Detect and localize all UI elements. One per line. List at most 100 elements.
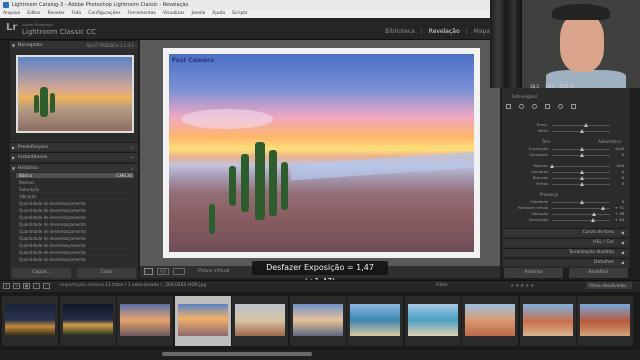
- history-item[interactable]: Quantidade de desembaçamento: [16, 201, 134, 207]
- menu-editar[interactable]: Editar: [27, 10, 40, 18]
- compare-view-icon[interactable]: Y|Y: [157, 268, 169, 275]
- menu-foto[interactable]: Foto: [72, 10, 82, 18]
- filmstrip-thumbnail[interactable]: [232, 296, 288, 346]
- filmstrip-thumbnail[interactable]: [519, 296, 576, 346]
- before-after-icon[interactable]: [173, 268, 185, 275]
- slider-knob[interactable]: [591, 218, 595, 222]
- brush-icon[interactable]: [571, 104, 576, 109]
- snapshots-header[interactable]: ▶ Instantâneos +: [10, 152, 138, 161]
- filmstrip-thumbnail[interactable]: [347, 296, 403, 346]
- slider-saturation[interactable]: Saturação + 34: [506, 217, 626, 223]
- import-source[interactable]: Importação anterior: [60, 283, 105, 288]
- menu-arquivo[interactable]: Arquivo: [3, 10, 20, 18]
- slider-knob[interactable]: [580, 170, 584, 174]
- history-item[interactable]: Quantidade de desembaçamento: [16, 236, 134, 242]
- history-item[interactable]: Realces: [16, 180, 134, 186]
- history-item[interactable]: Quantidade de desembaçamento: [16, 250, 134, 256]
- presets-header[interactable]: ▶ Predefinições +: [10, 142, 138, 151]
- navigator-preview[interactable]: [16, 55, 134, 133]
- loupe-view-icon[interactable]: [144, 268, 153, 275]
- section-hsl[interactable]: HSL / Cor ◀: [504, 238, 628, 246]
- history-item[interactable]: Quantidade de desembaçamento: [16, 208, 134, 214]
- forward-icon[interactable]: ›: [43, 283, 50, 289]
- cactus-shape: [241, 154, 249, 212]
- slider-knob[interactable]: [580, 147, 584, 151]
- filmstrip-thumbnail[interactable]: [577, 296, 633, 346]
- filmstrip-thumbnail[interactable]: [462, 296, 518, 346]
- history-item[interactable]: Básico -136 +136: [16, 173, 134, 179]
- slider-value[interactable]: + 34: [615, 217, 624, 223]
- zoom-options[interactable]: AJUST PREENCH 1:1 3:1: [86, 41, 134, 50]
- section-label: Curva de tons: [582, 230, 614, 235]
- slider-knob[interactable]: [580, 176, 584, 180]
- red-eye-icon[interactable]: [532, 104, 537, 109]
- filmstrip-thumbnail[interactable]: [289, 296, 346, 346]
- reset-button[interactable]: Redefinir: [569, 268, 628, 278]
- filmstrip-path[interactable]: 13 fotos / 1 selecionado / _DSC0262-HDR.…: [105, 283, 206, 288]
- copy-button[interactable]: Copiar...: [12, 268, 71, 278]
- module-biblioteca[interactable]: Biblioteca: [385, 28, 415, 35]
- slider-knob[interactable]: [580, 200, 584, 204]
- history-item[interactable]: Vibração: [16, 194, 134, 200]
- menu-revelar[interactable]: Revelar: [48, 10, 65, 18]
- filmstrip-scrollbar[interactable]: [0, 350, 640, 360]
- menu-ajuda[interactable]: Ajuda: [212, 10, 225, 18]
- navigator-header[interactable]: ▼ Navegador AJUST PREENCH 1:1 3:1: [10, 40, 138, 49]
- add-icon[interactable]: +: [131, 143, 134, 152]
- previous-button[interactable]: Anterior: [504, 268, 563, 278]
- slider-knob[interactable]: [592, 212, 596, 216]
- paste-button[interactable]: Colar: [77, 268, 136, 278]
- scrollbar-thumb[interactable]: [162, 352, 312, 356]
- slider-tint[interactable]: Matiz: [506, 128, 626, 134]
- filmstrip-thumbnail[interactable]: [2, 296, 58, 346]
- radial-filter-icon[interactable]: [558, 104, 563, 109]
- slider-value[interactable]: 0: [622, 181, 624, 187]
- menu-visualizar[interactable]: Visualizar: [163, 10, 185, 18]
- graduated-filter-icon[interactable]: [545, 104, 550, 109]
- history-item[interactable]: Quantidade de desembaçamento: [16, 215, 134, 221]
- filter-dropdown[interactable]: Filtros desativados: [586, 282, 632, 289]
- screen-2-icon[interactable]: 2: [13, 283, 20, 289]
- slider-knob[interactable]: [580, 153, 584, 157]
- photo-frame[interactable]: Fast Camera: [163, 48, 480, 258]
- menu-ferramentas[interactable]: Ferramentas: [128, 10, 156, 18]
- module-revelacao[interactable]: Revelação: [429, 28, 460, 35]
- filmstrip-thumbnail[interactable]: [174, 296, 231, 346]
- close-icon[interactable]: ×: [131, 164, 134, 173]
- history-item[interactable]: Quantidade de desembaçamento: [16, 229, 134, 235]
- history-header[interactable]: ▼ Histórico ×: [10, 163, 138, 172]
- spot-removal-icon[interactable]: [519, 104, 524, 109]
- slider-knob[interactable]: [580, 182, 584, 186]
- slider-knob[interactable]: [550, 164, 554, 168]
- section-split-toning[interactable]: Tonalização dividida ◀: [504, 248, 628, 256]
- section-tone-curve[interactable]: Curva de tons ◀: [504, 228, 628, 236]
- module-mapa[interactable]: Mapa: [474, 28, 490, 35]
- crop-icon[interactable]: [506, 104, 511, 109]
- rating-filter[interactable]: ★★★★★: [510, 283, 535, 289]
- slider-value[interactable]: 0: [622, 152, 624, 158]
- history-item[interactable]: Saturação: [16, 187, 134, 193]
- grid-icon[interactable]: ▦: [23, 283, 30, 289]
- auto-button[interactable]: Automático: [598, 139, 621, 144]
- filmstrip-thumbnail[interactable]: [59, 296, 116, 346]
- slider-knob[interactable]: [601, 206, 605, 210]
- slider-blacks[interactable]: Pretos 0: [506, 181, 626, 187]
- curtain-shape: [490, 0, 522, 88]
- menu-configuracoes[interactable]: Configurações: [88, 10, 120, 18]
- history-item[interactable]: Quantidade de desembaçamento: [16, 222, 134, 228]
- history-item[interactable]: Quantidade de desembaçamento: [16, 257, 134, 263]
- slider-contrast[interactable]: Contraste 0: [506, 152, 626, 158]
- screen-1-icon[interactable]: 1: [3, 283, 10, 289]
- history-item[interactable]: Quantidade de desembaçamento: [16, 243, 134, 249]
- thumbnail-image: [120, 304, 170, 336]
- soft-proof-toggle[interactable]: Prova virtual: [198, 268, 230, 274]
- menu-janela[interactable]: Janela: [192, 10, 206, 18]
- add-icon[interactable]: +: [131, 153, 134, 162]
- slider-knob[interactable]: [584, 123, 588, 127]
- back-icon[interactable]: ‹: [33, 283, 40, 289]
- menu-scripts[interactable]: Scripts: [232, 10, 247, 18]
- section-details[interactable]: Detalhes ◀: [504, 258, 628, 266]
- slider-knob[interactable]: [580, 129, 584, 133]
- filmstrip-thumbnail[interactable]: [117, 296, 173, 346]
- filmstrip-thumbnail[interactable]: [404, 296, 461, 346]
